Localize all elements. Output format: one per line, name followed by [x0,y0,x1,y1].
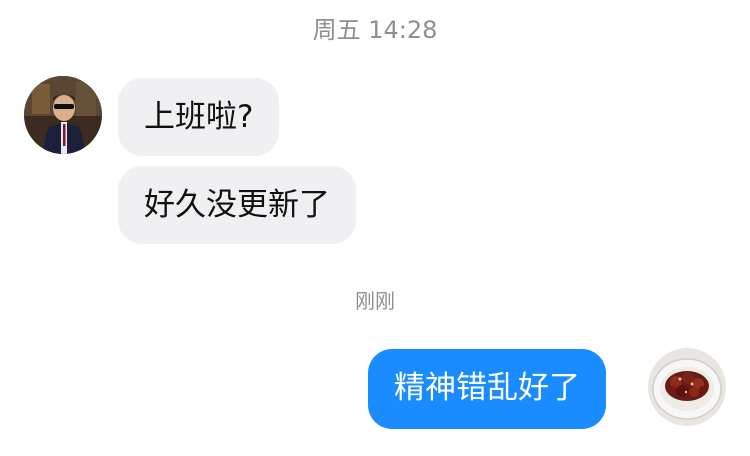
incoming-message-bubble[interactable]: 好久没更新了 [118,166,356,244]
message-timestamp: 刚刚 [355,289,395,313]
user-avatar-image [648,348,726,426]
contact-avatar-image [24,76,102,154]
contact-avatar[interactable] [24,76,102,154]
user-avatar[interactable] [648,348,726,426]
outgoing-message-bubble[interactable]: 精神错乱好了 [368,349,606,429]
incoming-message-bubble[interactable]: 上班啦? [118,78,280,156]
message-timestamp: 周五 14:28 [312,16,438,44]
chat-thread: 周五 14:28 上班啦? 好久没更新了 刚刚 精神错乱好了 [0,0,750,456]
